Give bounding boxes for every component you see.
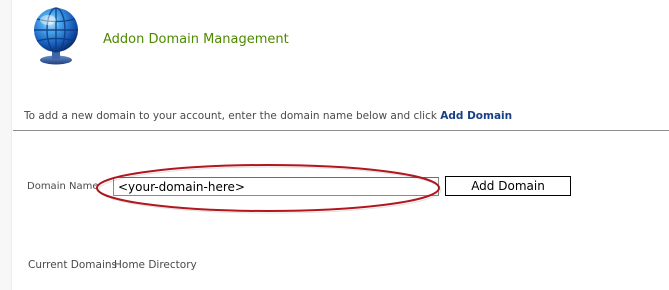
domain-name-label: Domain Name bbox=[27, 181, 99, 192]
add-domain-reference: Add Domain bbox=[440, 110, 513, 122]
current-domains-header: Current Domains bbox=[28, 259, 117, 271]
home-directory-header: Home Directory bbox=[114, 259, 197, 271]
add-domain-button[interactable]: Add Domain bbox=[445, 176, 571, 196]
page-title: Addon Domain Management bbox=[103, 32, 289, 47]
globe-icon bbox=[34, 7, 78, 65]
left-border-strip bbox=[0, 0, 12, 290]
instructions-body: To add a new domain to your account, ent… bbox=[24, 110, 441, 122]
section-divider bbox=[13, 130, 669, 131]
domain-name-input[interactable] bbox=[113, 177, 439, 196]
instructions-text: To add a new domain to your account, ent… bbox=[24, 110, 512, 122]
